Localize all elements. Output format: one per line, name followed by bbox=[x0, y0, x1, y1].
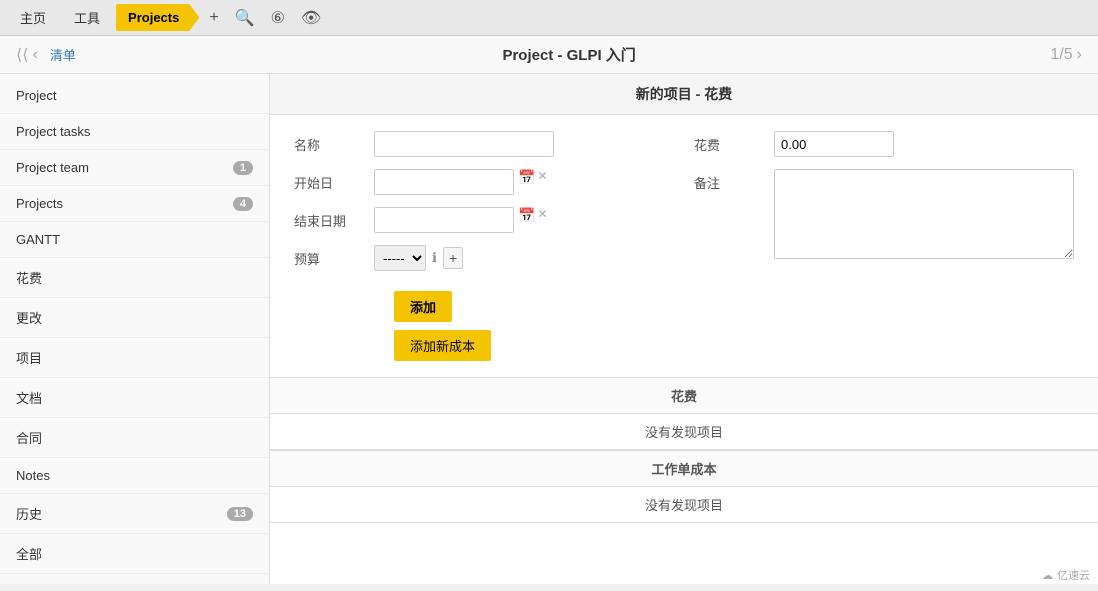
sidebar-item-project-team[interactable]: Project team 1 bbox=[0, 150, 269, 186]
watermark: ☁ 亿速云 bbox=[1042, 567, 1090, 583]
content-area: 新的项目 - 花费 名称 开始日 📅 ✕ bbox=[270, 74, 1098, 584]
sidebar-item-history[interactable]: 历史 13 bbox=[0, 494, 269, 534]
budget-row: 预算 ----- ℹ + bbox=[294, 245, 664, 271]
sidebar-label-all: 全部 bbox=[16, 544, 42, 563]
form-body: 名称 开始日 📅 ✕ 结束日期 📅 ✕ bbox=[270, 115, 1098, 377]
sidebar-item-gantt[interactable]: GANTT bbox=[0, 222, 269, 258]
sidebar-label-items: 项目 bbox=[16, 348, 42, 367]
budget-add-icon[interactable]: + bbox=[443, 247, 463, 269]
start-date-row: 开始日 📅 ✕ bbox=[294, 169, 664, 195]
work-order-section-title: 工作单成本 bbox=[270, 450, 1098, 487]
nav-first-button[interactable]: ⟨⟨ bbox=[16, 45, 28, 65]
sidebar-item-project-tasks[interactable]: Project tasks bbox=[0, 114, 269, 150]
nav-home[interactable]: 主页 bbox=[8, 2, 58, 33]
add-new-cost-button[interactable]: 添加新成本 bbox=[394, 330, 491, 361]
sidebar: Project Project tasks Project team 1 Pro… bbox=[0, 74, 270, 584]
budget-info-icon[interactable]: ℹ bbox=[432, 250, 437, 266]
sidebar-label-notes: Notes bbox=[16, 468, 50, 483]
sidebar-item-cost[interactable]: 花费 bbox=[0, 258, 269, 298]
content-header: ⟨⟨ ‹ 清单 Project - GLPI 入门 1/5 › bbox=[0, 36, 1098, 74]
cost-section-title: 花费 bbox=[270, 377, 1098, 414]
sidebar-item-projects[interactable]: Projects 4 bbox=[0, 186, 269, 222]
button-row: 添加 添加新成本 bbox=[394, 291, 1074, 361]
start-date-calendar-icon[interactable]: 📅 bbox=[518, 169, 535, 186]
main-layout: Project Project tasks Project team 1 Pro… bbox=[0, 74, 1098, 584]
nav-prev-button[interactable]: ‹ bbox=[32, 46, 37, 64]
end-date-label: 结束日期 bbox=[294, 207, 374, 230]
end-date-calendar-icon[interactable]: 📅 bbox=[518, 207, 535, 224]
work-order-no-items: 没有发现项目 bbox=[270, 487, 1098, 523]
left-col: 名称 开始日 📅 ✕ 结束日期 📅 ✕ bbox=[294, 131, 664, 283]
eye-icon[interactable]: 👁 bbox=[295, 4, 327, 32]
sidebar-label-projects: Projects bbox=[16, 196, 63, 211]
nav-next-button[interactable]: › bbox=[1077, 46, 1082, 64]
budget-label: 预算 bbox=[294, 245, 374, 268]
breadcrumb-list[interactable]: 清单 bbox=[50, 45, 76, 64]
nav-tools[interactable]: 工具 bbox=[62, 2, 112, 33]
sidebar-label-document: 文档 bbox=[16, 388, 42, 407]
sidebar-label-cost: 花费 bbox=[16, 268, 42, 287]
name-row: 名称 bbox=[294, 131, 664, 157]
remark-label: 备注 bbox=[694, 169, 774, 192]
sidebar-badge-history: 13 bbox=[227, 507, 253, 521]
start-date-input[interactable] bbox=[374, 169, 514, 195]
sidebar-label-contract: 合同 bbox=[16, 428, 42, 447]
remark-row: 备注 bbox=[694, 169, 1074, 259]
sidebar-label-history: 历史 bbox=[16, 504, 42, 523]
sidebar-label-project: Project bbox=[16, 88, 56, 103]
cost-row: 花费 bbox=[694, 131, 1074, 157]
sidebar-item-items[interactable]: 项目 bbox=[0, 338, 269, 378]
budget-controls: ----- ℹ + bbox=[374, 245, 463, 271]
sidebar-badge-projects: 4 bbox=[233, 197, 253, 211]
budget-select[interactable]: ----- bbox=[374, 245, 426, 271]
sidebar-label-change: 更改 bbox=[16, 308, 42, 327]
two-col-form: 名称 开始日 📅 ✕ 结束日期 📅 ✕ bbox=[294, 131, 1074, 283]
sidebar-label-project-team: Project team bbox=[16, 160, 89, 175]
form-header: 新的项目 - 花费 bbox=[270, 74, 1098, 115]
start-date-label: 开始日 bbox=[294, 169, 374, 192]
cost-no-items: 没有发现项目 bbox=[270, 414, 1098, 450]
sidebar-label-project-tasks: Project tasks bbox=[16, 124, 90, 139]
nav-projects[interactable]: Projects bbox=[116, 4, 199, 31]
sidebar-item-notes[interactable]: Notes bbox=[0, 458, 269, 494]
cost-input[interactable] bbox=[774, 131, 894, 157]
add-icon[interactable]: + bbox=[203, 5, 224, 31]
search-icon[interactable]: 🔍 bbox=[229, 4, 261, 32]
right-col: 花费 备注 bbox=[664, 131, 1074, 283]
sidebar-item-change[interactable]: 更改 bbox=[0, 298, 269, 338]
sidebar-label-gantt: GANTT bbox=[16, 232, 60, 247]
nav-arrows: ⟨⟨ ‹ bbox=[16, 45, 38, 65]
sidebar-badge-project-team: 1 bbox=[233, 161, 253, 175]
watermark-text: 亿速云 bbox=[1057, 567, 1090, 583]
top-nav: 主页 工具 Projects + 🔍 ⑥ 👁 bbox=[0, 0, 1098, 36]
page-title: Project - GLPI 入门 bbox=[88, 44, 1051, 65]
sidebar-item-contract[interactable]: 合同 bbox=[0, 418, 269, 458]
name-label: 名称 bbox=[294, 131, 374, 154]
end-date-row: 结束日期 📅 ✕ bbox=[294, 207, 664, 233]
name-input[interactable] bbox=[374, 131, 554, 157]
remark-textarea[interactable] bbox=[774, 169, 1074, 259]
branches-icon[interactable]: ⑥ bbox=[265, 4, 291, 32]
pagination: 1/5 › bbox=[1050, 46, 1082, 64]
end-date-input[interactable] bbox=[374, 207, 514, 233]
sidebar-item-document[interactable]: 文档 bbox=[0, 378, 269, 418]
watermark-logo: ☁ bbox=[1042, 569, 1053, 582]
cost-label: 花费 bbox=[694, 131, 774, 154]
add-button[interactable]: 添加 bbox=[394, 291, 452, 322]
start-date-clear-icon[interactable]: ✕ bbox=[537, 169, 547, 183]
sidebar-item-project[interactable]: Project bbox=[0, 78, 269, 114]
end-date-clear-icon[interactable]: ✕ bbox=[537, 207, 547, 221]
sidebar-item-all[interactable]: 全部 bbox=[0, 534, 269, 574]
